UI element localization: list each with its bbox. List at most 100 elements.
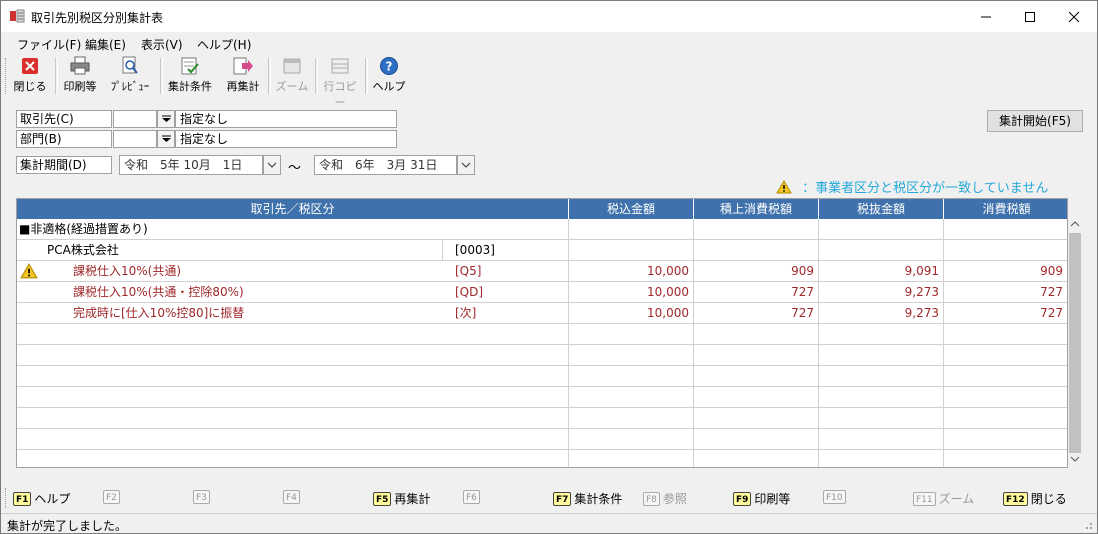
fkey-f1[interactable]: F1 ヘルプ <box>13 490 70 507</box>
fkey-f8[interactable]: F8 参照 <box>643 490 687 507</box>
fkey-f4[interactable]: F4 <box>283 490 303 504</box>
rowcopy-icon <box>331 58 349 74</box>
period-to-dropdown[interactable] <box>457 155 475 175</box>
fkey-f5[interactable]: F5 再集計 <box>373 490 430 507</box>
fkey-f3[interactable]: F3 <box>193 490 213 504</box>
close-button[interactable]: 閉じる <box>13 56 47 96</box>
maximize-icon <box>1025 11 1035 22</box>
preview-button[interactable]: ﾌﾟﾚﾋﾞｭｰ <box>105 56 155 96</box>
partner-label: 取引先(C) <box>16 110 112 128</box>
table-row[interactable] <box>17 366 1067 387</box>
toolbar-separator <box>315 58 318 94</box>
table-row[interactable]: ■非適格(経過措置あり) <box>17 219 1067 240</box>
help-button[interactable]: ? ヘルプ <box>369 56 409 96</box>
partner-dropdown-button[interactable] <box>157 110 175 128</box>
warning-icon <box>776 180 792 194</box>
table-row[interactable] <box>17 429 1067 450</box>
chevron-down-icon <box>267 162 277 168</box>
fkey-f7[interactable]: F7 集計条件 <box>553 490 622 507</box>
conditions-button[interactable]: 集計条件 <box>164 56 216 96</box>
menu-edit[interactable]: 編集(E) <box>85 36 126 53</box>
header-tax-amount: 消費税額 <box>944 199 1067 219</box>
conditions-icon <box>181 57 199 75</box>
menu-file[interactable]: ファイル(F) <box>17 36 81 53</box>
warning-legend: ：事業者区分と税区分が一致していません <box>776 177 1048 196</box>
fkey-grip <box>5 488 8 508</box>
menu-view[interactable]: 表示(V) <box>141 36 183 53</box>
table-row[interactable]: 課税仕入10%(共通) [Q5] 10,000 909 9,091 909 <box>17 261 1067 282</box>
print-button[interactable]: 印刷等 <box>59 56 101 96</box>
status-bar: 集計が完了しました。 <box>1 513 1097 534</box>
toolbar-separator <box>268 58 271 94</box>
partner-value: 指定なし <box>175 110 397 128</box>
menu-help[interactable]: ヘルプ(H) <box>197 36 251 53</box>
recalc-icon <box>233 57 253 75</box>
close-red-icon <box>22 58 38 74</box>
partner-code-input[interactable] <box>113 110 157 128</box>
dept-code-input[interactable] <box>113 130 157 148</box>
table-row[interactable]: PCA株式会社 [0003] <box>17 240 1067 261</box>
period-from-input[interactable]: 令和 5年 10月 1日 <box>119 155 263 175</box>
status-text: 集計が完了しました。 <box>7 519 128 533</box>
data-grid: 取引先／税区分 税込金額 積上消費税額 税抜金額 消費税額 ■非適格(経過措置あ… <box>16 198 1068 468</box>
dept-value: 指定なし <box>175 130 397 148</box>
period-to-input[interactable]: 令和 6年 3月 31日 <box>314 155 457 175</box>
period-separator: 〜 <box>288 161 302 176</box>
warning-icon <box>20 263 38 279</box>
table-row[interactable] <box>17 387 1067 408</box>
chevron-down-icon <box>461 162 471 168</box>
help-icon: ? <box>380 57 398 75</box>
function-key-bar: F1 ヘルプ F2 F3 F4 F5 再集計 F6 F7 集計条件 F8 参照 F9 印刷… <box>1 486 1097 510</box>
recalc-button[interactable]: 再集計 <box>222 56 264 96</box>
header-stacked-tax: 積上消費税額 <box>694 199 819 219</box>
toolbar-separator <box>365 58 368 94</box>
table-row[interactable] <box>17 408 1067 429</box>
table-row[interactable] <box>17 345 1067 366</box>
table-row[interactable] <box>17 450 1067 467</box>
close-window-button[interactable] <box>1051 1 1097 32</box>
vertical-scrollbar[interactable] <box>1068 216 1082 468</box>
preview-icon <box>122 56 138 74</box>
header-partner-taxcode: 取引先／税区分 <box>17 199 569 219</box>
app-icon <box>10 9 25 23</box>
fkey-f10[interactable]: F10 <box>823 490 849 504</box>
toolbar: 閉じる 印刷等 ﾌﾟﾚﾋﾞｭｰ 集計条件 再集計 ズーム 行コピー ? ヘルプ <box>1 54 1097 109</box>
dept-dropdown-button[interactable] <box>157 130 175 148</box>
svg-text:?: ? <box>386 60 393 74</box>
fkey-f12[interactable]: F12 閉じる <box>1003 490 1067 507</box>
app-window: 取引先別税区分別集計表 ファイル(F) 編集(E) 表示(V) ヘルプ(H) 閉… <box>0 0 1098 534</box>
fkey-f2[interactable]: F2 <box>103 490 123 504</box>
warning-message: ：事業者区分と税区分が一致していません <box>802 181 1049 196</box>
minimize-icon <box>981 16 991 17</box>
minimize-button[interactable] <box>963 1 1009 32</box>
dropdown-icon <box>161 135 171 142</box>
menu-bar: ファイル(F) 編集(E) 表示(V) ヘルプ(H) <box>1 33 1097 53</box>
toolbar-separator <box>55 58 58 94</box>
toolbar-separator <box>160 58 163 94</box>
table-row[interactable]: 完成時に[仕入10%控80]に振替 [次] 10,000 727 9,273 7… <box>17 303 1067 324</box>
title-bar: 取引先別税区分別集計表 <box>1 1 1097 32</box>
rowcopy-button[interactable]: 行コピー <box>319 56 361 109</box>
maximize-button[interactable] <box>1007 1 1053 32</box>
chevron-up-icon[interactable] <box>1070 221 1080 227</box>
dept-label: 部門(B) <box>16 130 112 148</box>
close-icon <box>1068 11 1080 22</box>
fkey-f11[interactable]: F11 ズーム <box>913 490 974 507</box>
window-title: 取引先別税区分別集計表 <box>31 11 164 25</box>
dropdown-icon <box>161 115 171 122</box>
header-tax-excluded: 税抜金額 <box>819 199 944 219</box>
fkey-f6[interactable]: F6 <box>463 490 483 504</box>
toolbar-grip <box>5 58 8 94</box>
table-row[interactable]: 課税仕入10%(共通・控除80%) [QD] 10,000 727 9,273 … <box>17 282 1067 303</box>
zoom-icon <box>283 58 301 74</box>
start-aggregate-button[interactable]: 集計開始(F5) <box>987 110 1083 132</box>
printer-icon <box>70 56 90 75</box>
fkey-f9[interactable]: F9 印刷等 <box>733 490 790 507</box>
scrollbar-thumb[interactable] <box>1069 233 1081 453</box>
period-label: 集計期間(D) <box>16 156 112 174</box>
table-row[interactable] <box>17 324 1067 345</box>
zoom-button[interactable]: ズーム <box>272 56 312 96</box>
period-from-dropdown[interactable] <box>263 155 281 175</box>
chevron-down-icon[interactable] <box>1070 456 1080 462</box>
resize-grip-icon[interactable] <box>1083 520 1093 530</box>
